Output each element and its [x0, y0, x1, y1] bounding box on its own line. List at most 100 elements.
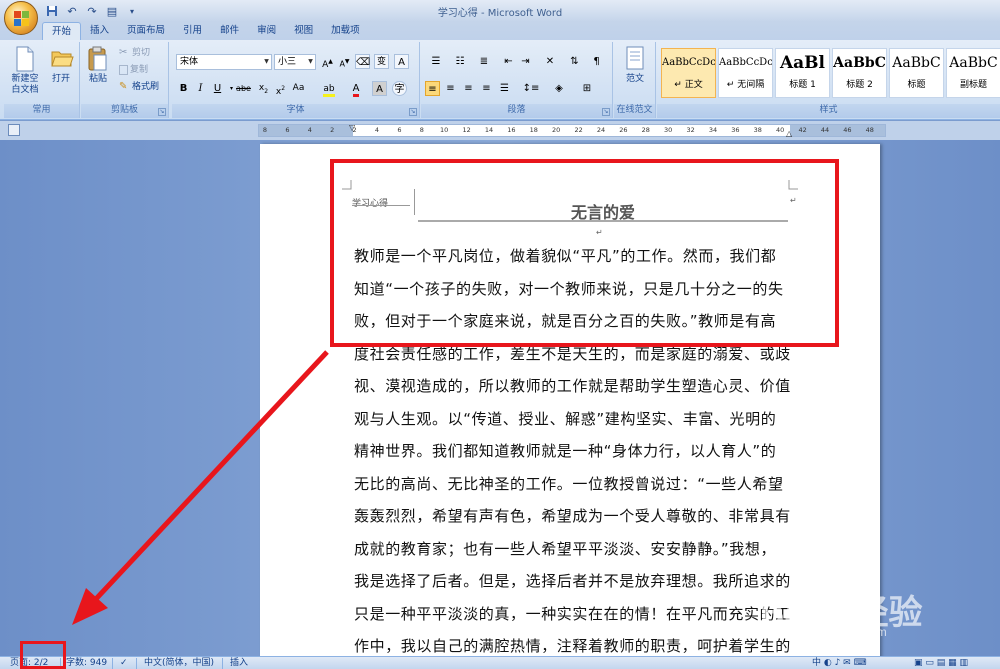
- bold-icon[interactable]: B: [176, 81, 191, 96]
- tab-page-layout[interactable]: 页面布局: [118, 22, 174, 40]
- ruler-tick-label: 30: [664, 126, 673, 134]
- cut-button[interactable]: ✂ 剪切: [119, 46, 150, 60]
- bullets-icon[interactable]: ☰: [425, 54, 447, 69]
- char-shading-icon[interactable]: A: [372, 81, 387, 96]
- window-title: 学习心得 - Microsoft Word: [437, 8, 563, 19]
- distribute-icon[interactable]: ☰: [497, 81, 512, 96]
- tab-addins[interactable]: 加载项: [322, 22, 369, 40]
- copy-icon: [119, 64, 128, 75]
- horizontal-ruler[interactable]: 8 6 4 2 2 4 6 8 10 12 14 16 18 20 22 24 26 28 30 32 34 36 38 40…: [258, 123, 886, 138]
- proofing-icon[interactable]: ✓: [120, 657, 128, 669]
- tab-references[interactable]: 引用: [174, 22, 211, 40]
- show-marks-icon[interactable]: ¶: [589, 54, 604, 69]
- sort-icon[interactable]: ⇅: [567, 54, 582, 69]
- style-heading-1[interactable]: AaBl 标题 1: [775, 48, 830, 98]
- tab-mailings[interactable]: 邮件: [211, 22, 248, 40]
- template-icon: [624, 46, 646, 72]
- ribbon-tabs-row: 开始 插入 页面布局 引用 邮件 审阅 视图 加载项: [0, 22, 1000, 40]
- align-right-icon[interactable]: ≡: [461, 81, 476, 96]
- grow-font-icon[interactable]: A▲: [320, 54, 335, 70]
- body-line: 只是一种平平淡淡的真，一种实实在在的情！在平凡而充实的工: [354, 604, 791, 623]
- tab-insert[interactable]: 插入: [81, 22, 118, 40]
- status-separator: [112, 658, 113, 669]
- clear-format-icon[interactable]: ⌫: [355, 54, 370, 69]
- font-dialog-launcher-icon[interactable]: ↘: [409, 108, 417, 116]
- italic-icon[interactable]: I: [193, 81, 208, 96]
- align-left-icon[interactable]: ≡: [425, 81, 440, 96]
- ime-toolbar-icon[interactable]: 中 ◐ ♪ ✉ ⌨: [812, 657, 867, 669]
- style-heading-2[interactable]: AaBbC 标题 2: [832, 48, 887, 98]
- increase-indent-icon[interactable]: ⇥: [518, 54, 533, 69]
- style-no-spacing[interactable]: AaBbCcDc ↵ 无间隔: [718, 48, 773, 98]
- ruler-tick-label: 42: [798, 126, 807, 134]
- line-spacing-icon[interactable]: ↕≡: [519, 81, 543, 96]
- multilevel-list-icon[interactable]: ≣: [473, 54, 495, 69]
- new-document-icon: [14, 46, 36, 72]
- ruler-tick-label: 4: [374, 126, 380, 134]
- tab-home[interactable]: 开始: [42, 22, 82, 40]
- chinese-layout-icon[interactable]: ✕: [539, 54, 561, 69]
- shading-icon[interactable]: ◈: [547, 81, 571, 96]
- change-case-icon[interactable]: Aa: [291, 81, 306, 96]
- enclose-char-icon[interactable]: 字: [392, 81, 407, 96]
- open-button[interactable]: 打开: [44, 44, 78, 85]
- paragraph-dialog-launcher-icon[interactable]: ↘: [602, 108, 610, 116]
- style-normal[interactable]: AaBbCcDc ↵ 正文: [661, 48, 716, 98]
- style-name: 副标题: [959, 80, 987, 90]
- strikethrough-icon[interactable]: abe: [236, 81, 251, 96]
- style-sample: AaBbCcDc: [662, 57, 716, 68]
- right-indent-icon[interactable]: △: [786, 129, 792, 138]
- view-buttons[interactable]: ▣ ▭ ▤ ▦ ▥: [914, 657, 968, 669]
- ruler-tick-label: 16: [507, 126, 516, 134]
- style-name: ↵ 正文: [674, 80, 703, 90]
- font-color-icon[interactable]: A: [346, 81, 366, 97]
- format-painter-button[interactable]: ✎ 格式刷: [119, 80, 159, 94]
- clipboard-dialog-launcher-icon[interactable]: ↘: [158, 108, 166, 116]
- superscript-icon[interactable]: x2: [273, 81, 288, 97]
- ruler-tick-label: 26: [619, 126, 628, 134]
- watermark: Baidu经验 jingyan.baidu.com: [760, 585, 960, 655]
- justify-icon[interactable]: ≡: [479, 81, 494, 96]
- phonetic-guide-icon[interactable]: 变: [374, 54, 389, 69]
- style-title[interactable]: AaBbC 标题: [889, 48, 944, 98]
- ruler-tick-label: 28: [641, 126, 650, 134]
- numbering-icon[interactable]: ☷: [449, 54, 471, 69]
- group-label-common: 常用: [4, 104, 79, 118]
- underline-icon[interactable]: U: [210, 81, 225, 96]
- font-size-value: 小三: [278, 57, 297, 67]
- status-word-count[interactable]: 字数: 949: [66, 657, 107, 669]
- group-common: 新建空白文档 打开 常用: [4, 42, 80, 118]
- ribbon-tabs: 开始 插入 页面布局 引用 邮件 审阅 视图 加载项: [42, 22, 369, 40]
- tab-review[interactable]: 审阅: [248, 22, 285, 40]
- borders-icon[interactable]: ⊞: [575, 81, 599, 96]
- ruler-tick-label: 2: [330, 126, 335, 134]
- body-line: 精神世界。我们都知道教师就是一种“身体力行，以人育人”的: [354, 442, 777, 460]
- font-name-select[interactable]: 宋体 ▼: [176, 54, 272, 70]
- status-language[interactable]: 中文(简体，中国): [144, 657, 214, 669]
- style-name: ↵ 无间隔: [726, 80, 765, 90]
- shrink-font-icon[interactable]: A▼: [337, 54, 352, 69]
- decrease-indent-icon[interactable]: ⇤: [501, 54, 516, 69]
- tab-selector-icon[interactable]: [8, 124, 20, 136]
- first-line-indent-icon[interactable]: ▽: [349, 123, 355, 132]
- highlight-color-icon[interactable]: ab: [318, 81, 340, 97]
- new-document-button[interactable]: 新建空白文档: [6, 44, 44, 96]
- paste-button[interactable]: 粘贴: [83, 44, 113, 85]
- align-center-icon[interactable]: ≡: [443, 81, 458, 96]
- paste-label: 粘贴: [88, 74, 107, 84]
- status-insert-mode[interactable]: 插入: [230, 657, 248, 669]
- ruler-tick-label: 8: [419, 126, 424, 134]
- ruler-bar: 8 6 4 2 2 4 6 8 10 12 14 16 18 20 22 24 26 28 30 32 34 36 38 40…: [0, 121, 1000, 140]
- group-template: 范文 在线范文: [614, 42, 656, 118]
- ruler-tick-label: 36: [731, 126, 740, 134]
- style-subtitle[interactable]: AaBbC 副标题: [946, 48, 1000, 98]
- annotation-status-highlight: [20, 641, 66, 669]
- char-border-icon[interactable]: A: [394, 54, 409, 69]
- style-sample: AaBbC: [833, 55, 886, 71]
- office-button[interactable]: [4, 1, 38, 35]
- template-button[interactable]: 范文: [617, 44, 653, 85]
- copy-button[interactable]: 复制: [119, 63, 148, 77]
- tab-view[interactable]: 视图: [285, 22, 322, 40]
- font-size-select[interactable]: 小三 ▼: [274, 54, 316, 70]
- subscript-icon[interactable]: x2: [256, 81, 271, 96]
